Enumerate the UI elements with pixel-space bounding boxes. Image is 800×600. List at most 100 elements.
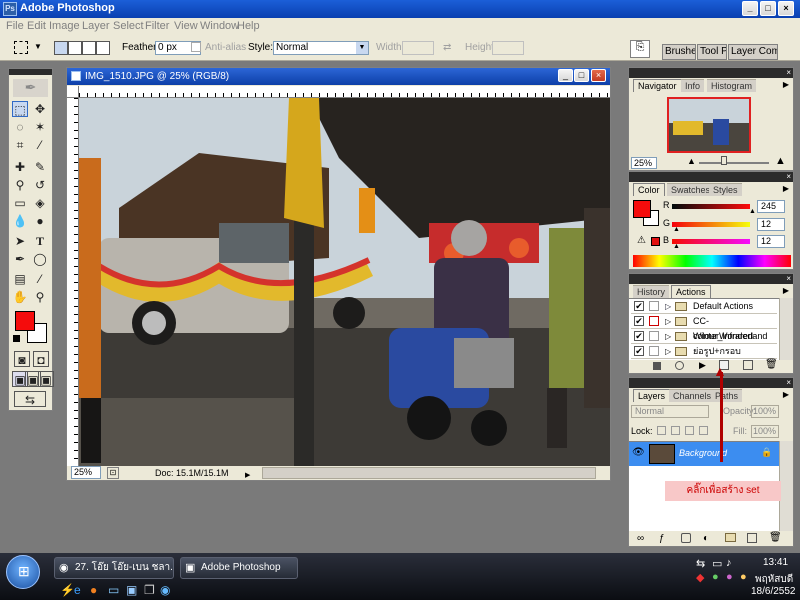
layer-mask-icon[interactable]	[681, 533, 691, 543]
zoom-out-icon[interactable]: ▲	[687, 156, 696, 166]
gamut-warning-icon[interactable]: ⚠	[637, 235, 646, 246]
switch-windows-icon[interactable]: ❐	[144, 583, 155, 597]
blur-tool-icon[interactable]: 💧	[12, 213, 28, 229]
status-options-icon[interactable]: ⊡	[107, 467, 119, 479]
vertical-ruler[interactable]	[67, 98, 79, 466]
type-tool-icon[interactable]: T	[32, 233, 48, 249]
color-panel-titlebar[interactable]: ×	[629, 172, 793, 182]
close-icon[interactable]: ×	[786, 274, 791, 284]
tab-history[interactable]: History	[633, 285, 670, 298]
action-set-row[interactable]: ✔ ▷ CC-WinterWonderland	[631, 314, 777, 341]
panel-menu-icon[interactable]: ▶	[783, 184, 789, 193]
tray-antivirus-icon[interactable]: ◆	[696, 571, 704, 584]
record-icon[interactable]	[675, 361, 684, 370]
actions-panel-titlebar[interactable]: ×	[629, 274, 793, 284]
dialog-toggle[interactable]	[649, 316, 659, 326]
rectangular-marquee-tool-icon[interactable]: ⬚	[12, 101, 28, 117]
style-select[interactable]: Normal	[273, 41, 369, 55]
clone-stamp-tool-icon[interactable]: ⚲	[12, 177, 28, 193]
marquee-tool-preset-icon[interactable]	[14, 41, 28, 54]
brush-tool-icon[interactable]: ✎	[32, 159, 48, 175]
tray-app-icon[interactable]: ●	[726, 571, 733, 583]
b-slider[interactable]	[672, 239, 750, 244]
menu-select[interactable]: Select	[113, 20, 144, 32]
actions-scrollbar[interactable]	[779, 298, 793, 360]
navigator-zoom-field[interactable]: 25%	[631, 157, 657, 169]
tray-monitor-icon[interactable]: ▭	[712, 557, 722, 570]
fill-input[interactable]: 100%	[751, 425, 779, 438]
dialog-toggle[interactable]	[649, 331, 659, 341]
horizontal-scrollbar[interactable]	[262, 467, 596, 479]
zoom-tool-icon[interactable]: ⚲	[32, 289, 48, 305]
new-selection-icon[interactable]	[54, 41, 68, 55]
chevron-down-icon[interactable]: ▼	[34, 42, 42, 51]
action-enabled-checkbox[interactable]: ✔	[634, 346, 644, 356]
slice-tool-icon[interactable]: ⁄	[32, 137, 48, 153]
horizontal-ruler[interactable]	[79, 86, 610, 98]
tab-actions[interactable]: Actions	[671, 285, 711, 298]
path-selection-tool-icon[interactable]: ➤	[12, 233, 28, 249]
shape-tool-icon[interactable]: ◯	[32, 251, 48, 267]
tab-color[interactable]: Color	[633, 183, 665, 196]
magic-wand-tool-icon[interactable]: ✶	[32, 119, 48, 135]
tab-swatches[interactable]: Swatches	[667, 183, 715, 196]
opacity-input[interactable]: 100%	[751, 405, 779, 418]
color-foreground-swatch[interactable]	[633, 200, 651, 218]
file-browser-icon[interactable]: ⎘	[630, 40, 650, 58]
action-set-row[interactable]: ✔ ▷ colour_infrared	[631, 329, 777, 344]
lock-all-checkbox[interactable]	[699, 426, 708, 435]
eyedropper-tool-icon[interactable]: ⁄	[32, 271, 48, 287]
panel-menu-icon[interactable]: ▶	[783, 390, 789, 399]
tab-layers[interactable]: Layers	[633, 389, 671, 402]
feather-logo-icon[interactable]: ✒	[13, 79, 48, 97]
tab-info[interactable]: Info	[681, 79, 705, 92]
hand-tool-icon[interactable]: ✋	[12, 289, 28, 305]
doc-maximize-button[interactable]: □	[574, 69, 589, 82]
r-value-input[interactable]: 245	[757, 200, 785, 213]
crop-tool-icon[interactable]: ⌗	[12, 137, 28, 153]
tray-network-icon[interactable]: ⇆	[696, 557, 705, 570]
doc-close-button[interactable]: ×	[591, 69, 606, 82]
menu-layer[interactable]: Layer	[82, 20, 110, 32]
action-enabled-checkbox[interactable]: ✔	[634, 301, 644, 311]
document-titlebar[interactable]: IMG_1510.JPG @ 25% (RGB/8) _ □ ×	[67, 68, 610, 85]
color-spectrum-bar[interactable]	[633, 255, 791, 267]
r-slider-thumb-icon[interactable]: ▲	[749, 208, 756, 215]
expand-triangle-icon[interactable]: ▷	[665, 344, 671, 359]
menu-file[interactable]: File	[6, 20, 24, 32]
dodge-tool-icon[interactable]: ●	[32, 213, 48, 229]
full-screen-mode-icon[interactable]: ▣	[38, 371, 54, 387]
zoom-in-icon[interactable]: ▲	[775, 155, 786, 167]
quick-launch-icon[interactable]: ⚡	[60, 583, 75, 597]
action-enabled-checkbox[interactable]: ✔	[634, 331, 644, 341]
default-colors-icon[interactable]	[13, 335, 20, 342]
minimize-button[interactable]: _	[742, 1, 758, 16]
menu-image[interactable]: Image	[49, 20, 80, 32]
eye-visibility-icon[interactable]: 👁	[632, 447, 645, 458]
expand-triangle-icon[interactable]: ▷	[665, 329, 671, 344]
well-tab-layer-comps[interactable]: Layer Comps	[728, 44, 778, 60]
close-button[interactable]: ×	[778, 1, 794, 16]
internet-explorer-icon[interactable]: e	[74, 583, 81, 597]
tab-styles[interactable]: Styles	[709, 183, 742, 196]
action-set-row[interactable]: ✔ ▷ Default Actions	[631, 299, 777, 314]
menu-window[interactable]: Window	[200, 20, 239, 32]
tab-navigator[interactable]: Navigator	[633, 79, 682, 92]
navigator-thumbnail[interactable]	[667, 97, 751, 153]
tab-histogram[interactable]: Histogram	[707, 79, 757, 92]
lasso-tool-icon[interactable]: ◌	[12, 119, 28, 135]
subtract-selection-icon[interactable]	[82, 41, 96, 55]
jump-to-imageready-icon[interactable]: ⇆	[14, 391, 46, 407]
dialog-toggle[interactable]	[649, 301, 659, 311]
lock-transparency-checkbox[interactable]	[657, 426, 666, 435]
panel-menu-icon[interactable]: ▶	[783, 286, 789, 295]
quick-mask-mode-icon[interactable]: ◘	[33, 351, 49, 367]
document-canvas[interactable]	[79, 98, 610, 466]
lock-pixels-checkbox[interactable]	[671, 426, 680, 435]
tab-channels[interactable]: Channels	[669, 389, 716, 402]
adjustment-layer-icon[interactable]: ◐	[703, 533, 709, 544]
tab-paths[interactable]: Paths	[711, 389, 743, 402]
r-slider[interactable]	[672, 204, 750, 209]
dialog-toggle[interactable]	[649, 346, 659, 356]
show-desktop-icon[interactable]: ▭	[108, 583, 119, 597]
